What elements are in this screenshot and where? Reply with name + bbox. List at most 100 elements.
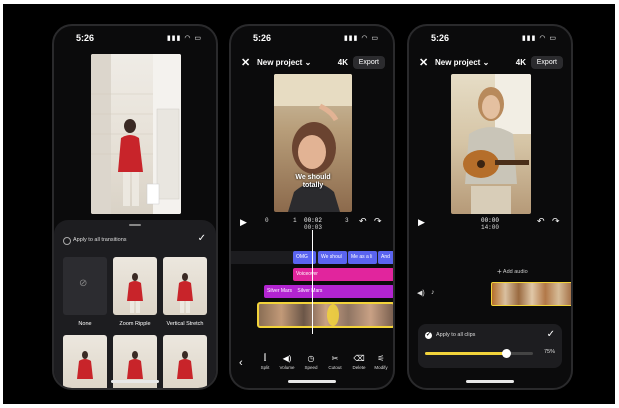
home-indicator	[466, 380, 514, 383]
apply-all-label: Apply to all transitions	[73, 237, 127, 243]
editor-top-bar: ✕ New project ⌄ 4K Export	[409, 56, 571, 72]
project-title-text: New project	[257, 58, 303, 67]
video-clip-strip[interactable]	[257, 302, 393, 328]
apply-all-radio[interactable]	[63, 237, 71, 245]
none-slash-icon: ⊘	[79, 278, 88, 289]
delete-label: Delete	[352, 365, 366, 370]
apply-volume-label: Apply to all clips	[436, 332, 476, 338]
export-button[interactable]: Export	[530, 56, 563, 69]
volume-panel: ✓ Apply to all clips ✓ 75%	[418, 324, 562, 368]
editor-top-bar: ✕ New project ⌄ 4K Export	[231, 56, 393, 72]
redo-icon[interactable]: ↷	[374, 216, 382, 227]
promo-canvas: 5:26 ▮▮▮ ◠ ▭ Apply to all transitions ✓ …	[3, 4, 615, 404]
timecode-current: 00:00	[480, 217, 499, 224]
volume-slider-fill	[425, 352, 506, 355]
volume-slider-track[interactable]	[425, 349, 533, 358]
plus-icon: +	[497, 267, 502, 276]
split-tool[interactable]: ⫿ Split	[256, 353, 274, 370]
volume-icon: ◀)	[282, 354, 292, 363]
split-label: Split	[260, 365, 270, 370]
volume-percent: 75%	[543, 349, 555, 355]
modify-icon: ⚟	[377, 354, 385, 363]
ruler-tick: 1	[293, 217, 297, 224]
transitions-sheet: Apply to all transitions ✓ ⊘ None Zoom R…	[54, 220, 216, 388]
cutout-label: Cutout	[328, 365, 342, 370]
signal-wifi-battery-icon: ▮▮▮ ◠ ▭	[521, 35, 557, 42]
phone-timeline-editor: 5:26 ▮▮▮ ◠ ▭ ✕ New project ⌄ 4K Export W…	[229, 24, 395, 390]
text-clip[interactable]: Me as a li	[348, 251, 377, 264]
transition-label-zoom-ripple: Zoom Ripple	[119, 321, 151, 327]
modify-tool[interactable]: ⚟ Modify	[372, 354, 390, 370]
confirm-check-icon[interactable]: ✓	[547, 329, 555, 340]
volume-tool[interactable]: ◀) Volume	[278, 354, 296, 370]
project-title[interactable]: New project ⌄	[435, 58, 489, 67]
video-clip-strip[interactable]	[491, 282, 571, 306]
project-title[interactable]: New project ⌄	[257, 58, 311, 67]
phone-audio-volume: 5:26 ▮▮▮ ◠ ▭ ✕ New project ⌄ 4K Export ▶…	[407, 24, 573, 390]
split-icon: ⫿	[263, 353, 267, 362]
undo-icon[interactable]: ↶	[537, 216, 545, 227]
redo-icon[interactable]: ↷	[552, 216, 560, 227]
caption-overlay[interactable]: We should totally	[274, 174, 352, 190]
delete-tool[interactable]: ⌫ Delete	[350, 354, 368, 370]
music-track[interactable]: Silver Mars Silver Mars	[264, 285, 393, 298]
status-bar: 5:26 ▮▮▮ ◠ ▭	[409, 33, 571, 45]
preview-image-selfie	[274, 74, 352, 212]
resolution-selector[interactable]: 4K	[516, 58, 526, 67]
speed-tool[interactable]: ◷ Speed	[302, 354, 320, 370]
signal-wifi-battery-icon: ▮▮▮ ◠ ▭	[166, 35, 202, 42]
volume-label: Volume	[279, 365, 295, 370]
apply-all-radio[interactable]: ✓	[425, 332, 432, 339]
timecode: 00:00 14:00	[477, 217, 503, 231]
cutout-icon: ✂	[331, 354, 339, 363]
cutout-tool[interactable]: ✂ Cutout	[326, 354, 344, 370]
ruler-tick: 3	[345, 217, 349, 224]
video-preview[interactable]	[91, 54, 181, 214]
transition-tile[interactable]	[163, 335, 207, 388]
text-clip[interactable]: We shoul	[318, 251, 347, 264]
resolution-selector[interactable]: 4K	[338, 58, 348, 67]
chevron-down-icon: ⌄	[482, 58, 490, 67]
play-icon[interactable]: ▶	[240, 217, 247, 228]
timecode-total: 14:00	[480, 224, 499, 231]
text-clip[interactable]: And	[378, 251, 393, 264]
close-icon[interactable]: ✕	[419, 56, 428, 69]
status-bar: 5:26 ▮▮▮ ◠ ▭	[54, 33, 216, 45]
undo-icon[interactable]: ↶	[359, 216, 367, 227]
transition-tile[interactable]	[63, 335, 107, 388]
video-preview[interactable]	[451, 74, 531, 214]
export-button[interactable]: Export	[352, 56, 385, 69]
video-preview[interactable]: We should totally	[274, 74, 352, 212]
play-icon[interactable]: ▶	[418, 217, 425, 228]
project-title-text: New project	[435, 58, 481, 67]
timecode-current: 00:02	[303, 217, 322, 224]
voiceover-clip[interactable]: Voiceover	[293, 268, 393, 281]
timecode: 00:02 00:03	[301, 217, 325, 231]
close-icon[interactable]: ✕	[241, 56, 250, 69]
sheet-grabber[interactable]	[129, 224, 141, 226]
transition-label-none: None	[78, 321, 92, 327]
status-time: 5:26	[76, 33, 95, 43]
modify-label: Modify	[374, 365, 388, 370]
music-clip-label: Silver Mars	[267, 288, 293, 294]
chevron-down-icon: ⌄	[304, 58, 312, 67]
confirm-check-icon[interactable]: ✓	[198, 233, 206, 244]
add-audio-button[interactable]: + Add audio	[497, 267, 528, 276]
transition-tile-zoom-ripple[interactable]	[113, 257, 157, 315]
preview-image-singer	[91, 54, 181, 214]
home-indicator	[111, 380, 159, 383]
transition-tile-none[interactable]: ⊘	[63, 257, 107, 315]
trim-handle[interactable]	[327, 304, 339, 326]
playhead[interactable]	[312, 230, 313, 334]
ruler-tick: 0	[265, 217, 269, 224]
check-icon: ✓	[426, 332, 432, 338]
speaker-icon[interactable]: ◀)	[417, 289, 425, 297]
preview-image-guitarist	[463, 74, 531, 214]
transition-label-vertical-stretch: Vertical Stretch	[166, 321, 204, 327]
back-chevron-icon[interactable]: ‹	[239, 357, 243, 369]
add-audio-label: Add audio	[502, 268, 528, 275]
speed-label: Speed	[304, 365, 318, 370]
microphone-icon[interactable]: ♪	[431, 289, 435, 296]
transition-tile-vertical-stretch[interactable]	[163, 257, 207, 315]
volume-slider-knob[interactable]	[502, 349, 511, 358]
